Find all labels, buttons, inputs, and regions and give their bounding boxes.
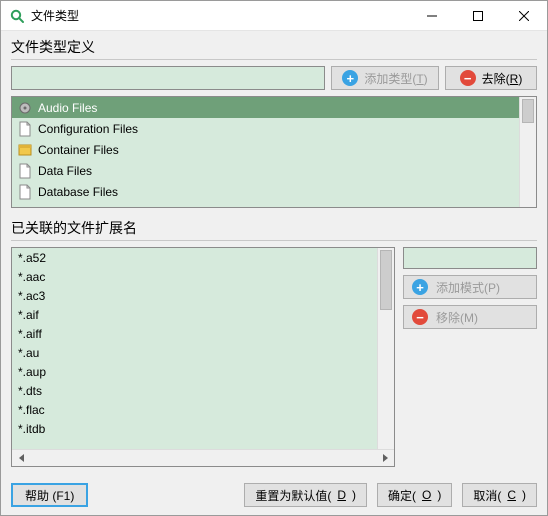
scrollbar-thumb[interactable] [522,99,534,123]
vertical-scrollbar[interactable] [519,97,536,207]
audio-icon [18,100,32,116]
file-icon [18,163,32,179]
pattern-input[interactable] [403,247,537,269]
add-pattern-button[interactable]: + 添加模式(P) [403,275,537,299]
type-edit-row: + 添加类型(T) − 去除(R) [11,66,537,90]
remove-type-label: 去除(R) [482,70,523,87]
list-item[interactable]: Configuration Files [12,118,519,139]
dialog-window: 文件类型 文件类型定义 + 添加类型(T) − 去 [0,0,548,516]
section-filetype-def-title: 文件类型定义 [11,37,537,57]
file-icon [18,121,32,137]
scrollbar-thumb[interactable] [380,250,392,310]
list-item[interactable]: *.ac3 [12,286,377,305]
maximize-button[interactable] [455,1,501,31]
app-icon [9,8,25,24]
remove-type-button[interactable]: − 去除(R) [445,66,537,90]
list-item[interactable]: *.a52 [12,248,377,267]
minimize-button[interactable] [409,1,455,31]
list-item[interactable]: Audio Files [12,97,519,118]
divider [11,59,537,60]
content: 文件类型定义 + 添加类型(T) − 去除(R) Audio Files Conf… [1,31,547,475]
section-ext-title: 已关联的文件扩展名 [11,218,537,238]
list-item[interactable]: Data Files [12,160,519,181]
list-item-label: Container Files [38,143,119,157]
type-name-input[interactable] [11,66,325,90]
add-pattern-label: 添加模式(P) [436,279,500,296]
list-item[interactable]: *.aac [12,267,377,286]
list-item[interactable]: Database Files [12,181,519,202]
plus-icon: + [342,70,358,86]
list-item[interactable]: *.aiff [12,324,377,343]
plus-icon: + [412,279,428,295]
window-title: 文件类型 [31,7,79,24]
reset-defaults-button[interactable]: 重置为默认值(D) [244,483,367,507]
add-type-label: 添加类型(T) [364,70,427,87]
list-item-label: Audio Files [38,101,97,115]
type-list[interactable]: Audio Files Configuration Files Container … [11,96,537,208]
list-item[interactable]: *.aif [12,305,377,324]
list-item[interactable]: *.au [12,343,377,362]
extension-list[interactable]: *.a52*.aac*.ac3*.aif*.aiff*.au*.aup*.dts… [11,247,395,467]
minus-icon: − [460,70,476,86]
help-button[interactable]: 帮助 (F1) [11,483,88,507]
minus-icon: − [412,309,428,325]
list-item[interactable]: *.dts [12,381,377,400]
scroll-left-icon[interactable] [14,452,29,465]
add-type-button[interactable]: + 添加类型(T) [331,66,439,90]
list-item-label: Database Files [38,185,118,199]
remove-pattern-button[interactable]: − 移除(M) [403,305,537,329]
file-icon [18,184,32,200]
remove-pattern-label: 移除(M) [436,309,478,326]
list-item[interactable]: *.flac [12,400,377,419]
list-item[interactable]: *.itdb [12,419,377,438]
horizontal-scrollbar[interactable] [12,449,394,466]
list-item-label: Configuration Files [38,122,138,136]
scroll-right-icon[interactable] [377,452,392,465]
ok-button[interactable]: 确定(O) [377,483,452,507]
list-item-label: Data Files [38,164,92,178]
titlebar: 文件类型 [1,1,547,31]
close-button[interactable] [501,1,547,31]
cancel-button[interactable]: 取消(C) [462,483,537,507]
divider [11,240,537,241]
container-icon [18,142,32,158]
list-item[interactable]: Container Files [12,139,519,160]
vertical-scrollbar[interactable] [377,248,394,449]
extension-side-panel: + 添加模式(P) − 移除(M) [403,247,537,467]
list-item[interactable]: *.aup [12,362,377,381]
footer: 帮助 (F1) 重置为默认值(D) 确定(O) 取消(C) [11,483,537,507]
